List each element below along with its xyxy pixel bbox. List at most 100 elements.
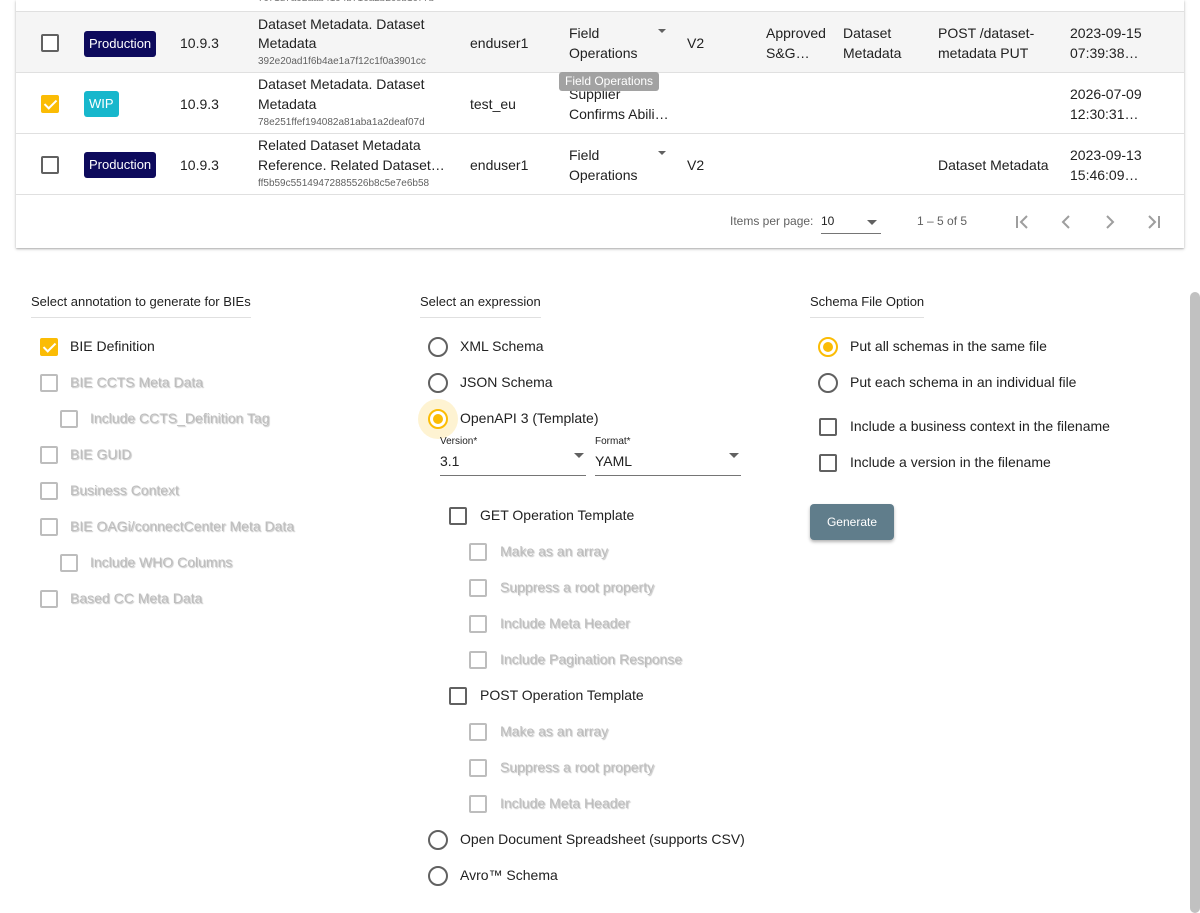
updated-time: 07:39:38… <box>1070 45 1139 61</box>
chevron-right-icon <box>1106 215 1115 229</box>
business-context-checkbox <box>40 482 58 500</box>
annotation-section-title: Select annotation to generate for BIEs <box>31 294 251 318</box>
previous-page-button[interactable] <box>1054 210 1078 234</box>
option-label: BIE Definition <box>70 338 155 354</box>
den-line1[interactable]: Dataset Metadata. Dataset <box>258 14 425 34</box>
option-label: Make as an array <box>500 543 609 559</box>
row-checkbox[interactable] <box>41 156 59 174</box>
post-include-meta-header-checkbox <box>469 795 487 813</box>
post-operation-template-checkbox[interactable] <box>449 687 467 705</box>
chevron-left-icon <box>1061 215 1070 229</box>
release-cell: 10.9.3 <box>180 35 219 51</box>
row-guid: 7c71d7a92aab4194b716a2b2ceb1c77b <box>258 0 434 4</box>
xml-schema-radio[interactable] <box>428 337 448 357</box>
get-make-array-checkbox <box>469 543 487 561</box>
state-badge: Production <box>84 31 157 57</box>
option-label: XML Schema <box>460 338 544 354</box>
post-suppress-root-checkbox <box>469 759 487 777</box>
option-label: Put each schema in an individual file <box>850 374 1077 390</box>
format-value: YAML <box>595 453 633 469</box>
json-schema-radio[interactable] <box>428 373 448 393</box>
den-line2[interactable]: Metadata <box>258 94 316 114</box>
chevron-down-icon <box>867 220 877 225</box>
table-row[interactable]: Production 10.9.3 Dataset Metadata. Data… <box>16 12 1184 73</box>
openapi-format-select[interactable]: Format* YAML <box>595 436 741 476</box>
option-label: Suppress a root property <box>500 759 655 775</box>
get-operation-template-checkbox[interactable] <box>449 507 467 525</box>
tag-line2: Metadata <box>843 45 902 61</box>
business-context-tooltip: Field Operations <box>559 72 660 91</box>
option-label: GET Operation Template <box>480 507 635 523</box>
den-line1[interactable]: Related Dataset Metadata <box>258 135 421 155</box>
include-bc-filename-checkbox[interactable] <box>819 418 837 436</box>
page-scrollbar[interactable] <box>1190 292 1200 913</box>
updated-time: 12:30:31… <box>1070 106 1139 122</box>
schema-file-section-title: Schema File Option <box>810 294 925 318</box>
bie-ccts-meta-data-checkbox <box>40 374 58 392</box>
generate-button[interactable]: Generate <box>810 504 894 540</box>
row-guid: 392e20ad1f6b4ae1a7f12c1f0a3901cc <box>258 56 426 67</box>
row-checkbox[interactable] <box>41 95 59 113</box>
page-size-select[interactable]: 10 <box>821 210 881 234</box>
option-label: JSON Schema <box>460 374 553 390</box>
option-label: Suppress a root property <box>500 579 655 595</box>
last-page-button[interactable] <box>1142 210 1166 234</box>
bc-line1: Field <box>569 147 600 163</box>
option-label: Based CC Meta Data <box>70 590 203 606</box>
page-size-value: 10 <box>821 214 835 228</box>
row-guid: ff5b59c55149472885526b8c5e7e6b58 <box>258 178 430 189</box>
resource-line1: Dataset Metadata <box>938 157 1049 173</box>
updated-date: 2026-07-09 <box>1070 86 1142 102</box>
next-page-button[interactable] <box>1098 210 1122 234</box>
option-label: Open Document Spreadsheet (supports CSV) <box>460 831 745 847</box>
bie-definition-checkbox[interactable] <box>40 338 58 356</box>
row-checkbox[interactable] <box>41 34 59 52</box>
include-version-filename-checkbox[interactable] <box>819 454 837 472</box>
release-cell: 10.9.3 <box>180 157 219 173</box>
state-badge: Production <box>84 152 157 178</box>
bie-guid-checkbox <box>40 446 58 464</box>
individual-file-radio[interactable] <box>818 373 838 393</box>
page-range-label: 1 – 5 of 5 <box>917 214 968 228</box>
first-page-button[interactable] <box>1010 210 1034 234</box>
table-row[interactable]: Production 10.9.3 Related Dataset Metada… <box>16 134 1184 195</box>
owner-cell: enduser1 <box>470 35 529 51</box>
chevron-down-icon <box>729 453 739 458</box>
get-include-pagination-checkbox <box>469 651 487 669</box>
option-label: Include a business context in the filena… <box>850 418 1110 434</box>
option-label: Include CCTS_Definition Tag <box>90 410 270 426</box>
get-include-meta-header-checkbox <box>469 615 487 633</box>
version-cell: V2 <box>687 35 705 51</box>
table-row: 7c71d7a92aab4194b716a2b2ceb1c77b <box>16 0 1184 12</box>
avro-radio[interactable] <box>428 866 448 886</box>
resource-line1: POST /dataset- <box>938 25 1035 41</box>
same-file-radio[interactable] <box>818 337 838 357</box>
ods-radio[interactable] <box>428 830 448 850</box>
bie-oagi-meta-data-checkbox <box>40 518 58 536</box>
version-cell: V2 <box>687 157 705 173</box>
bc-line2: Confirms Abili… <box>569 106 669 122</box>
chevron-down-icon[interactable] <box>658 151 666 155</box>
updated-time: 15:46:09… <box>1070 167 1139 183</box>
row-guid: 78e251ffef194082a81aba1a2deaf07d <box>258 117 425 128</box>
state-badge: WIP <box>84 91 119 117</box>
option-label: Business Context <box>70 482 179 498</box>
version-value: 3.1 <box>440 453 460 469</box>
bc-line2: Operations <box>569 167 638 183</box>
chevron-down-icon[interactable] <box>658 29 666 33</box>
option-label: Include Meta Header <box>500 615 630 631</box>
status-line1: Approved <box>766 25 826 41</box>
option-label: BIE GUID <box>70 446 132 462</box>
option-label: Avro™ Schema <box>460 867 558 883</box>
openapi-version-select[interactable]: Version* 3.1 <box>440 436 586 476</box>
expression-section-title: Select an expression <box>420 294 541 318</box>
option-label: OpenAPI 3 (Template) <box>460 410 599 426</box>
post-make-array-checkbox <box>469 723 487 741</box>
den-line2[interactable]: Reference. Related Dataset… <box>258 155 445 175</box>
owner-cell: test_eu <box>470 96 516 112</box>
den-line1[interactable]: Dataset Metadata. Dataset <box>258 74 425 94</box>
openapi-radio[interactable] <box>428 409 448 429</box>
resource-line2: metadata PUT <box>938 45 1029 61</box>
include-who-columns-checkbox <box>60 554 78 572</box>
den-line2[interactable]: Metadata <box>258 33 316 53</box>
